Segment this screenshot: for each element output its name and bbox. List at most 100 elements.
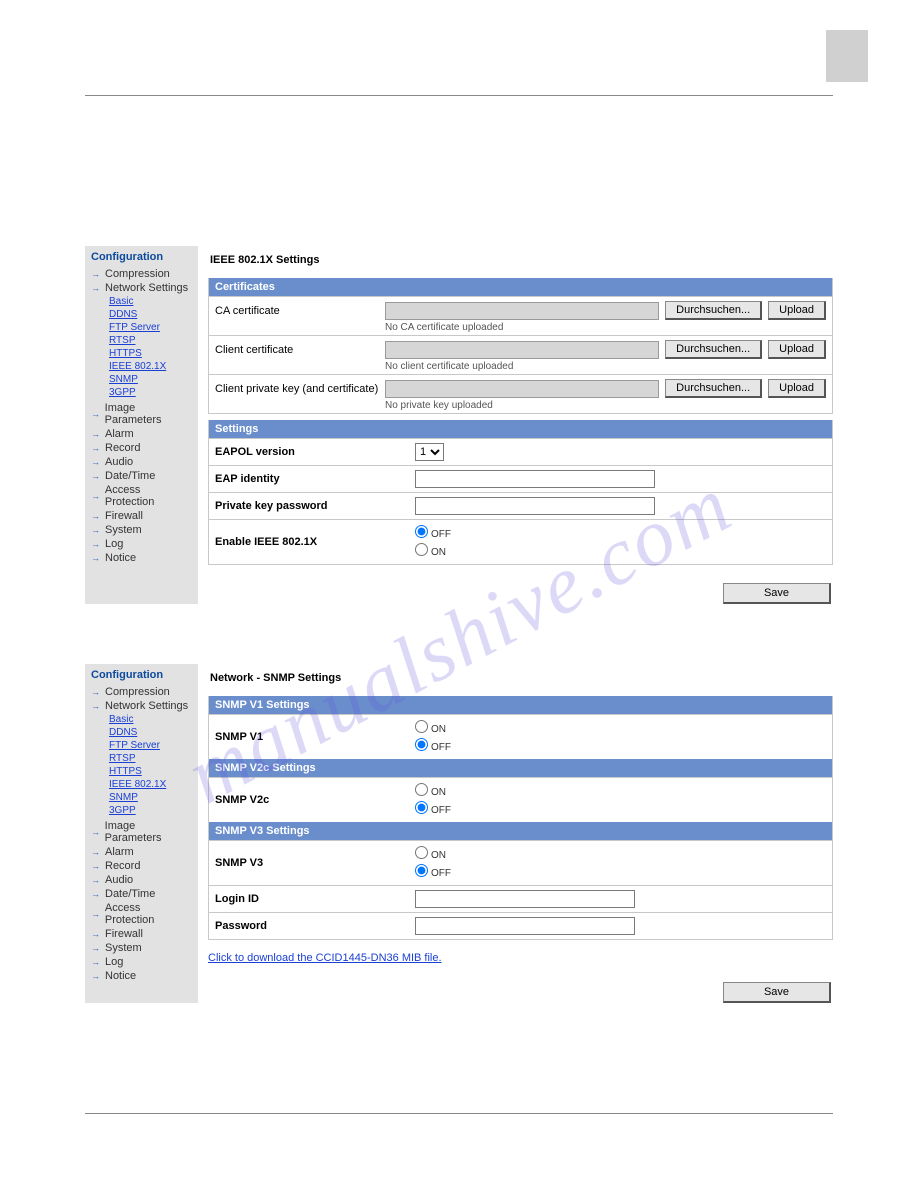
sidebar-item-compression[interactable]: →Compression [91,267,192,281]
arrow-icon: → [91,443,101,453]
subnav-rtsp[interactable]: RTSP [109,752,192,765]
subnav-3gpp[interactable]: 3GPP [109,804,192,817]
snmp-v3-label: SNMP V3 [215,857,415,869]
radio-off-label[interactable]: OFF [415,524,826,542]
browse-button[interactable]: Durchsuchen... [665,379,762,398]
eap-identity-input[interactable] [415,470,655,488]
radio-off-label[interactable]: OFF [415,863,826,881]
sidebar-item-audio[interactable]: →Audio [91,873,192,887]
sidebar-item-network[interactable]: →Network Settings [91,699,192,713]
sidebar-item-network[interactable]: →Network Settings [91,281,192,295]
snmp-v2c-header: SNMP V2c Settings [209,759,832,777]
sidebar-item-datetime[interactable]: →Date/Time [91,469,192,483]
sidebar-item-record[interactable]: →Record [91,859,192,873]
cert-status: No client certificate uploaded [385,361,826,372]
snmp-v2c-row: SNMP V2c ON OFF [209,777,832,822]
radio-off[interactable] [415,801,428,814]
sidebar-item-label: Image Parameters [105,402,192,426]
sidebar-item-log[interactable]: →Log [91,955,192,969]
eapol-select[interactable]: 1 [415,443,444,461]
sidebar-item-alarm[interactable]: →Alarm [91,427,192,441]
subnav-snmp[interactable]: SNMP [109,791,192,804]
sidebar-item-log[interactable]: →Log [91,537,192,551]
subnav-rtsp[interactable]: RTSP [109,334,192,347]
subnav-basic[interactable]: Basic [109,713,192,726]
arrow-icon: → [91,553,101,563]
settings-header: Settings [209,420,832,438]
sidebar-item-notice[interactable]: →Notice [91,551,192,565]
client-file-field[interactable] [385,341,659,359]
login-row: Login ID [209,885,832,912]
sidebar-item-access[interactable]: → Access Protection [91,483,192,509]
sidebar-item-audio[interactable]: →Audio [91,455,192,469]
sidebar-item-label: Audio [105,874,133,886]
ca-file-field[interactable] [385,302,659,320]
sidebar-item-compression[interactable]: →Compression [91,685,192,699]
subnav-3gpp[interactable]: 3GPP [109,386,192,399]
radio-off[interactable] [415,525,428,538]
radio-on-label[interactable]: ON [415,782,826,800]
snmp-v1-header: SNMP V1 Settings [209,696,832,714]
subnav-https[interactable]: HTTPS [109,765,192,778]
subnav-ddns[interactable]: DDNS [109,726,192,739]
radio-on-label[interactable]: ON [415,719,826,737]
snmp-v3-row: SNMP V3 ON OFF [209,840,832,885]
subnav-snmp[interactable]: SNMP [109,373,192,386]
radio-off[interactable] [415,864,428,877]
sidebar-item-firewall[interactable]: →Firewall [91,927,192,941]
network-subnav: Basic DDNS FTP Server RTSP HTTPS IEEE 80… [91,295,192,399]
browse-button[interactable]: Durchsuchen... [665,340,762,359]
sidebar-item-system[interactable]: →System [91,941,192,955]
subnav-ieee8021x[interactable]: IEEE 802.1X [109,360,192,373]
sidebar-item-label: Access Protection [105,484,192,508]
save-button[interactable]: Save [723,583,831,604]
radio-on-label[interactable]: ON [415,845,826,863]
sidebar-item-system[interactable]: →System [91,523,192,537]
sidebar-item-firewall[interactable]: →Firewall [91,509,192,523]
login-input[interactable] [415,890,635,908]
radio-off[interactable] [415,738,428,751]
pk-password-label: Private key password [215,500,415,512]
upload-button[interactable]: Upload [768,379,826,398]
sidebar-item-label: Log [105,956,123,968]
browse-button[interactable]: Durchsuchen... [665,301,762,320]
sidebar-item-datetime[interactable]: →Date/Time [91,887,192,901]
sidebar-item-label: System [105,524,142,536]
sidebar-item-image[interactable]: →Image Parameters [91,401,192,427]
save-button[interactable]: Save [723,982,831,1003]
snmp-v1-row: SNMP V1 ON OFF [209,714,832,759]
sidebar-item-label: System [105,942,142,954]
radio-off-label[interactable]: OFF [415,800,826,818]
subnav-ddns[interactable]: DDNS [109,308,192,321]
subnav-https[interactable]: HTTPS [109,347,192,360]
radio-off-label[interactable]: OFF [415,737,826,755]
subnav-ieee8021x[interactable]: IEEE 802.1X [109,778,192,791]
radio-on[interactable] [415,783,428,796]
radio-on-label[interactable]: ON [415,542,826,560]
subnav-ftp[interactable]: FTP Server [109,739,192,752]
sidebar-item-record[interactable]: → Record [91,441,192,455]
radio-on[interactable] [415,846,428,859]
password-input[interactable] [415,917,635,935]
subnav-basic[interactable]: Basic [109,295,192,308]
pk-password-input[interactable] [415,497,655,515]
arrow-icon: → [91,491,101,501]
upload-button[interactable]: Upload [768,301,826,320]
sidebar-item-access[interactable]: →Access Protection [91,901,192,927]
key-file-field[interactable] [385,380,659,398]
sidebar-item-notice[interactable]: →Notice [91,969,192,983]
sidebar-item-image[interactable]: →Image Parameters [91,819,192,845]
sidebar-item-label: Network Settings [105,282,188,294]
sidebar-item-label: Alarm [105,428,134,440]
sidebar-item-label: Firewall [105,928,143,940]
page-title: Network - SNMP Settings [210,672,833,684]
sidebar-item-alarm[interactable]: →Alarm [91,845,192,859]
radio-on[interactable] [415,543,428,556]
upload-button[interactable]: Upload [768,340,826,359]
mib-download-link[interactable]: Click to download the CCID1445-DN36 MIB … [208,952,442,964]
sidebar-item-label: Record [105,442,140,454]
subnav-ftp[interactable]: FTP Server [109,321,192,334]
save-row: Save [208,583,833,604]
radio-on[interactable] [415,720,428,733]
cert-label: Client certificate [215,340,385,356]
